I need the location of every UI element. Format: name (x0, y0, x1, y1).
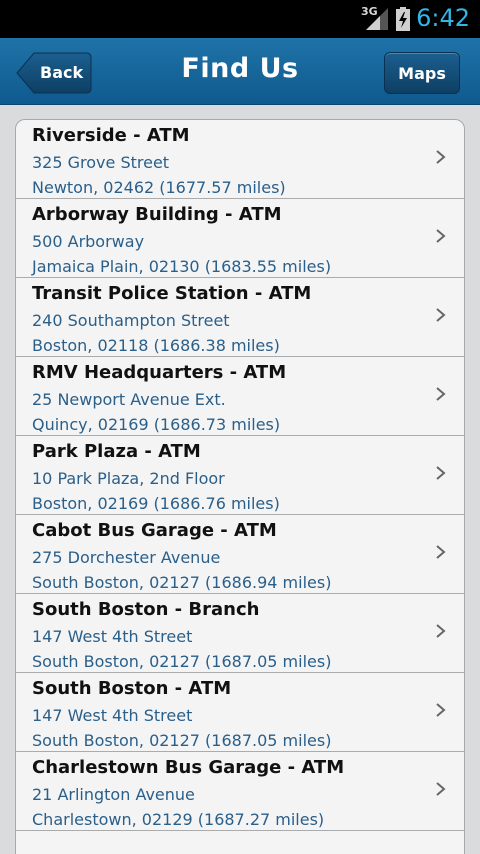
location-city-distance: Boston, 02169 (1686.76 miles) (32, 494, 280, 513)
location-row[interactable]: South Boston - ATM 147 West 4th Street S… (16, 673, 464, 752)
maps-button-label: Maps (398, 64, 446, 83)
location-address: 275 Dorchester Avenue (32, 548, 221, 567)
chevron-right-icon (436, 782, 446, 796)
location-city-distance: Boston, 02118 (1686.38 miles) (32, 336, 280, 355)
location-name: RMV Headquarters - ATM (32, 362, 287, 383)
location-row[interactable]: Riverside - ATM 325 Grove Street Newton,… (16, 120, 464, 199)
chevron-right-icon (436, 308, 446, 322)
location-address: 25 Newport Avenue Ext. (32, 390, 226, 409)
location-name: Riverside - ATM (32, 125, 190, 146)
location-address: 21 Arlington Avenue (32, 785, 195, 804)
location-name: Charlestown Bus Garage - ATM (32, 757, 345, 778)
location-name: Arborway Building - ATM (32, 204, 282, 225)
location-address: 240 Southampton Street (32, 311, 230, 330)
chevron-right-icon (436, 624, 446, 638)
location-city-distance: Jamaica Plain, 02130 (1683.55 miles) (32, 257, 332, 276)
app-header: Back Find Us Maps (0, 38, 480, 105)
location-name: Transit Police Station - ATM (32, 283, 312, 304)
location-address: 500 Arborway (32, 232, 145, 251)
location-city-distance: Newton, 02462 (1677.57 miles) (32, 178, 286, 197)
location-city-distance: South Boston, 02127 (1687.05 miles) (32, 731, 332, 750)
location-name: South Boston - ATM (32, 678, 232, 699)
location-city-distance: Charlestown, 02129 (1687.27 miles) (32, 810, 325, 829)
maps-button[interactable]: Maps (384, 52, 460, 94)
status-bar: 3G 6:42 (0, 0, 480, 38)
location-city-distance: South Boston, 02127 (1687.05 miles) (32, 652, 332, 671)
chevron-right-icon (436, 150, 446, 164)
location-name: Cabot Bus Garage - ATM (32, 520, 277, 541)
location-row[interactable]: RMV Headquarters - ATM 25 Newport Avenue… (16, 357, 464, 436)
chevron-right-icon (436, 229, 446, 243)
location-row[interactable]: Park Plaza - ATM 10 Park Plaza, 2nd Floo… (16, 436, 464, 515)
location-address: 147 West 4th Street (32, 706, 193, 725)
chevron-right-icon (436, 387, 446, 401)
location-row[interactable]: Transit Police Station - ATM 240 Southam… (16, 278, 464, 357)
location-name: Park Plaza - ATM (32, 441, 201, 462)
location-row[interactable]: Cabot Bus Garage - ATM 275 Dorchester Av… (16, 515, 464, 594)
signal-icon (366, 8, 388, 30)
chevron-right-icon (436, 703, 446, 717)
battery-charging-icon (396, 7, 410, 31)
location-city-distance: Quincy, 02169 (1686.73 miles) (32, 415, 281, 434)
location-address: 325 Grove Street (32, 153, 170, 172)
location-row[interactable]: Charlestown Bus Garage - ATM 21 Arlingto… (16, 752, 464, 831)
chevron-right-icon (436, 545, 446, 559)
clock: 6:42 (416, 4, 470, 32)
location-address: 147 West 4th Street (32, 627, 193, 646)
location-name: South Boston - Branch (32, 599, 260, 620)
location-list: Riverside - ATM 325 Grove Street Newton,… (15, 119, 465, 854)
location-city-distance: South Boston, 02127 (1686.94 miles) (32, 573, 332, 592)
location-row[interactable]: Arborway Building - ATM 500 Arborway Jam… (16, 199, 464, 278)
location-row[interactable]: South Boston - Branch 147 West 4th Stree… (16, 594, 464, 673)
chevron-right-icon (436, 466, 446, 480)
location-address: 10 Park Plaza, 2nd Floor (32, 469, 225, 488)
